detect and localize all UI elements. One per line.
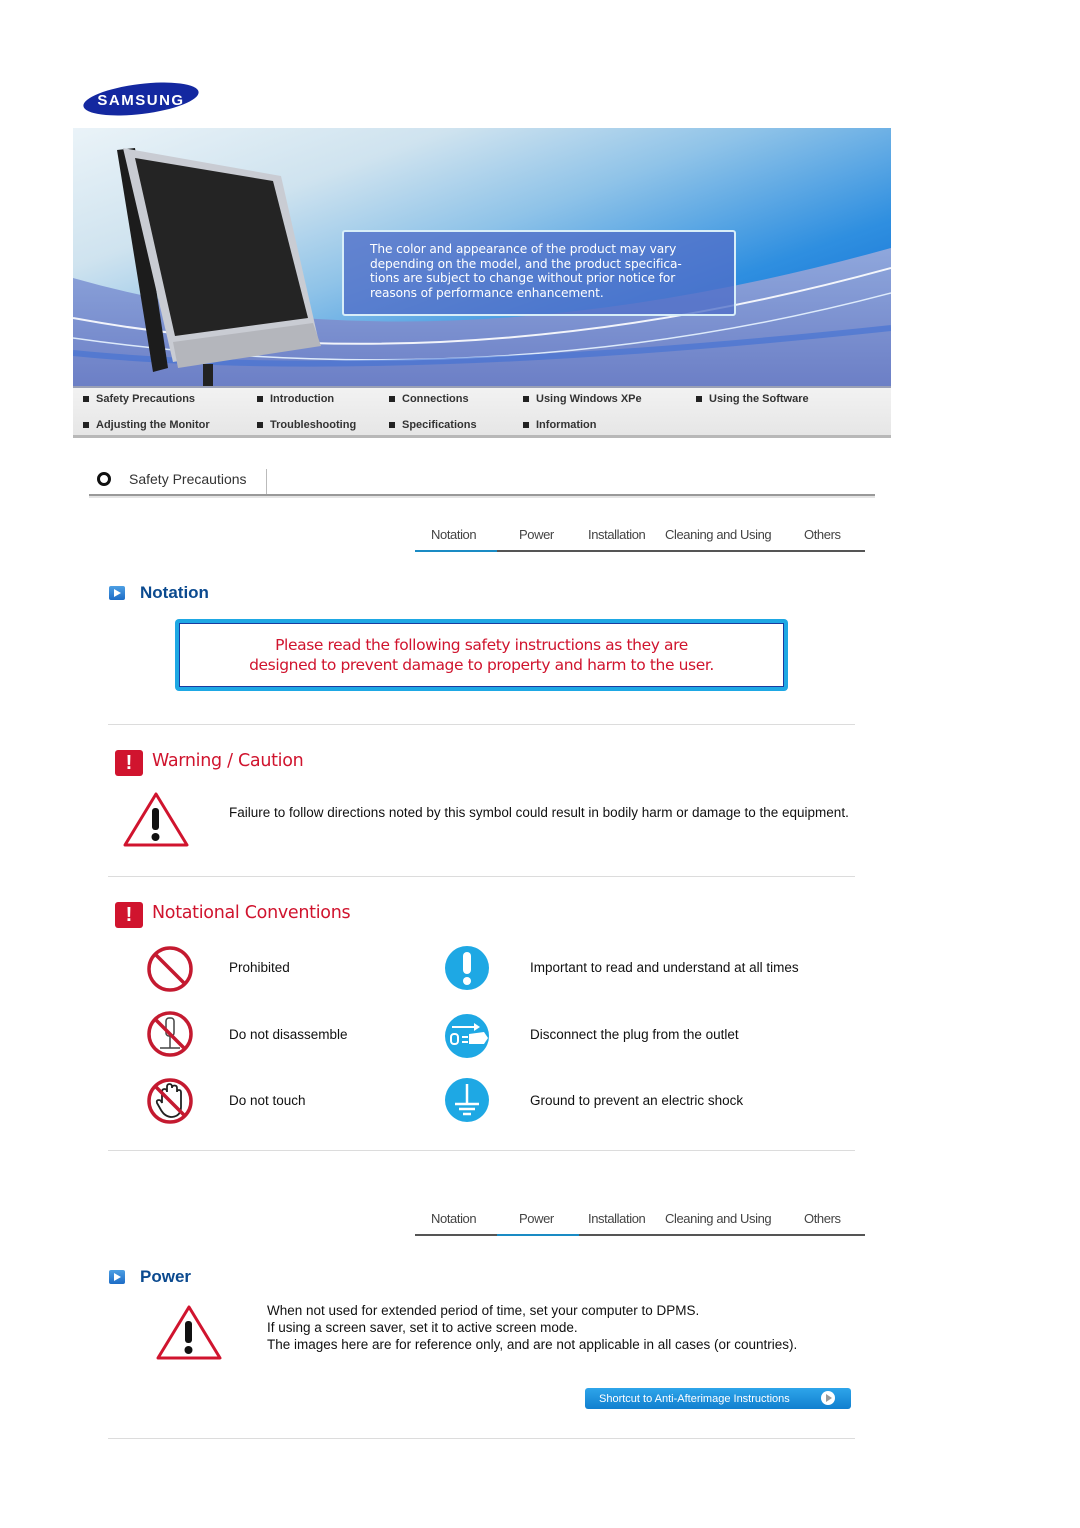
tab-cleaning-and-using[interactable]: Cleaning and Using xyxy=(665,527,772,542)
warning-triangle-icon xyxy=(123,792,189,847)
nav-troubleshooting[interactable]: Troubleshooting xyxy=(257,419,356,431)
divider xyxy=(266,469,267,495)
bullet-icon xyxy=(257,396,263,402)
nav-label: Connections xyxy=(402,393,469,405)
nav-specifications[interactable]: Specifications xyxy=(389,419,477,431)
tab-installation[interactable]: Installation xyxy=(588,1211,646,1226)
banner-note-line: tions are subject to change without prio… xyxy=(370,271,676,285)
tab-others[interactable]: Others xyxy=(804,527,841,542)
divider xyxy=(89,494,875,498)
nav-using-windows-xpe[interactable]: Using Windows XPe xyxy=(523,393,642,405)
active-tab-indicator xyxy=(497,1234,579,1236)
bullet-icon xyxy=(257,422,263,428)
bullet-icon xyxy=(523,422,529,428)
nav-adjusting-the-monitor[interactable]: Adjusting the Monitor xyxy=(83,419,210,431)
notice-line: designed to prevent damage to property a… xyxy=(249,656,714,674)
play-arrow-icon xyxy=(109,1270,125,1284)
do-not-disassemble-icon xyxy=(147,1011,193,1057)
convention-label: Important to read and understand at all … xyxy=(530,960,799,975)
active-tab-indicator xyxy=(415,550,497,552)
tab-notation[interactable]: Notation xyxy=(431,527,477,542)
power-instructions: When not used for extended period of tim… xyxy=(267,1302,827,1353)
play-circle-icon xyxy=(821,1391,835,1405)
main-nav: Safety Precautions Introduction Connecti… xyxy=(73,386,891,438)
prohibited-icon xyxy=(147,946,193,992)
page-section-header: Safety Precautions xyxy=(89,466,875,499)
shortcut-label: Shortcut to Anti-Afterimage Instructions xyxy=(599,1392,790,1405)
banner-disclaimer: The color and appearance of the product … xyxy=(342,230,736,316)
bullet-icon xyxy=(389,422,395,428)
warning-description: Failure to follow directions noted by th… xyxy=(229,805,849,820)
tab-power[interactable]: Power xyxy=(519,1211,554,1226)
convention-label: Prohibited xyxy=(229,960,290,975)
red-exclamation-icon: ! xyxy=(115,750,143,776)
power-line: The images here are for reference only, … xyxy=(267,1337,798,1352)
section-title-notation: Notation xyxy=(140,583,209,602)
nav-label: Adjusting the Monitor xyxy=(96,419,210,431)
banner-note-line: reasons of performance enhancement. xyxy=(370,285,604,300)
nav-label: Introduction xyxy=(270,393,335,405)
nav-information[interactable]: Information xyxy=(523,419,597,431)
warning-triangle-icon xyxy=(156,1305,222,1360)
samsung-logo: SAMSUNG xyxy=(83,82,199,116)
divider xyxy=(108,876,855,877)
divider xyxy=(108,1438,855,1439)
play-arrow-icon xyxy=(109,586,125,600)
unplug-icon xyxy=(445,1014,489,1058)
convention-label: Disconnect the plug from the outlet xyxy=(530,1027,739,1042)
page-section-title: Safety Precautions xyxy=(129,471,247,487)
product-banner: The color and appearance of the product … xyxy=(73,128,891,386)
divider xyxy=(108,1150,855,1151)
nav-using-the-software[interactable]: Using the Software xyxy=(696,393,809,405)
bullet-icon xyxy=(696,396,702,402)
important-icon xyxy=(445,946,489,990)
convention-label: Do not disassemble xyxy=(229,1027,348,1042)
bullet-icon xyxy=(83,396,89,402)
notational-conventions-heading: Notational Conventions xyxy=(152,903,351,923)
banner-note-line: depending on the model, and the product … xyxy=(370,256,682,271)
nav-label: Troubleshooting xyxy=(270,419,357,431)
tab-bar-notation: Notation Power Installation Cleaning and… xyxy=(415,514,865,552)
nav-label: Information xyxy=(536,419,597,431)
banner-note-line: The color and appearance of the product … xyxy=(370,242,677,256)
section-title-power: Power xyxy=(140,1267,192,1286)
nav-label: Specifications xyxy=(402,419,477,431)
do-not-touch-icon xyxy=(147,1078,193,1124)
warning-caution-heading: Warning / Caution xyxy=(152,751,304,771)
power-line: When not used for extended period of tim… xyxy=(267,1303,700,1318)
safety-notice-box: Please read the following safety instruc… xyxy=(175,619,788,691)
bullet-icon xyxy=(523,396,529,402)
convention-label: Ground to prevent an electric shock xyxy=(530,1093,744,1108)
bullet-icon xyxy=(83,422,89,428)
tab-others[interactable]: Others xyxy=(804,1211,841,1226)
nav-connections[interactable]: Connections xyxy=(389,393,469,405)
tab-cleaning-and-using[interactable]: Cleaning and Using xyxy=(665,1211,772,1226)
power-line: If using a screen saver, set it to activ… xyxy=(267,1320,578,1335)
nav-introduction[interactable]: Introduction xyxy=(257,393,334,405)
red-exclamation-icon: ! xyxy=(115,902,143,928)
nav-label: Using Windows XPe xyxy=(536,393,642,405)
divider xyxy=(108,724,855,725)
bullet-icon xyxy=(389,396,395,402)
circle-bullet-icon xyxy=(97,472,111,486)
tab-installation[interactable]: Installation xyxy=(588,527,646,542)
ground-icon xyxy=(445,1078,489,1122)
tab-power[interactable]: Power xyxy=(519,527,554,542)
tab-notation[interactable]: Notation xyxy=(431,1211,477,1226)
tab-bar-power: Notation Power Installation Cleaning and… xyxy=(415,1198,865,1236)
nav-safety-precautions[interactable]: Safety Precautions xyxy=(83,393,195,405)
svg-text:SAMSUNG: SAMSUNG xyxy=(97,92,184,109)
anti-afterimage-shortcut-button[interactable]: Shortcut to Anti-Afterimage Instructions xyxy=(585,1388,851,1409)
notice-line: Please read the following safety instruc… xyxy=(275,636,688,654)
nav-label: Using the Software xyxy=(709,393,809,405)
nav-label: Safety Precautions xyxy=(96,393,196,405)
convention-label: Do not touch xyxy=(229,1093,306,1108)
